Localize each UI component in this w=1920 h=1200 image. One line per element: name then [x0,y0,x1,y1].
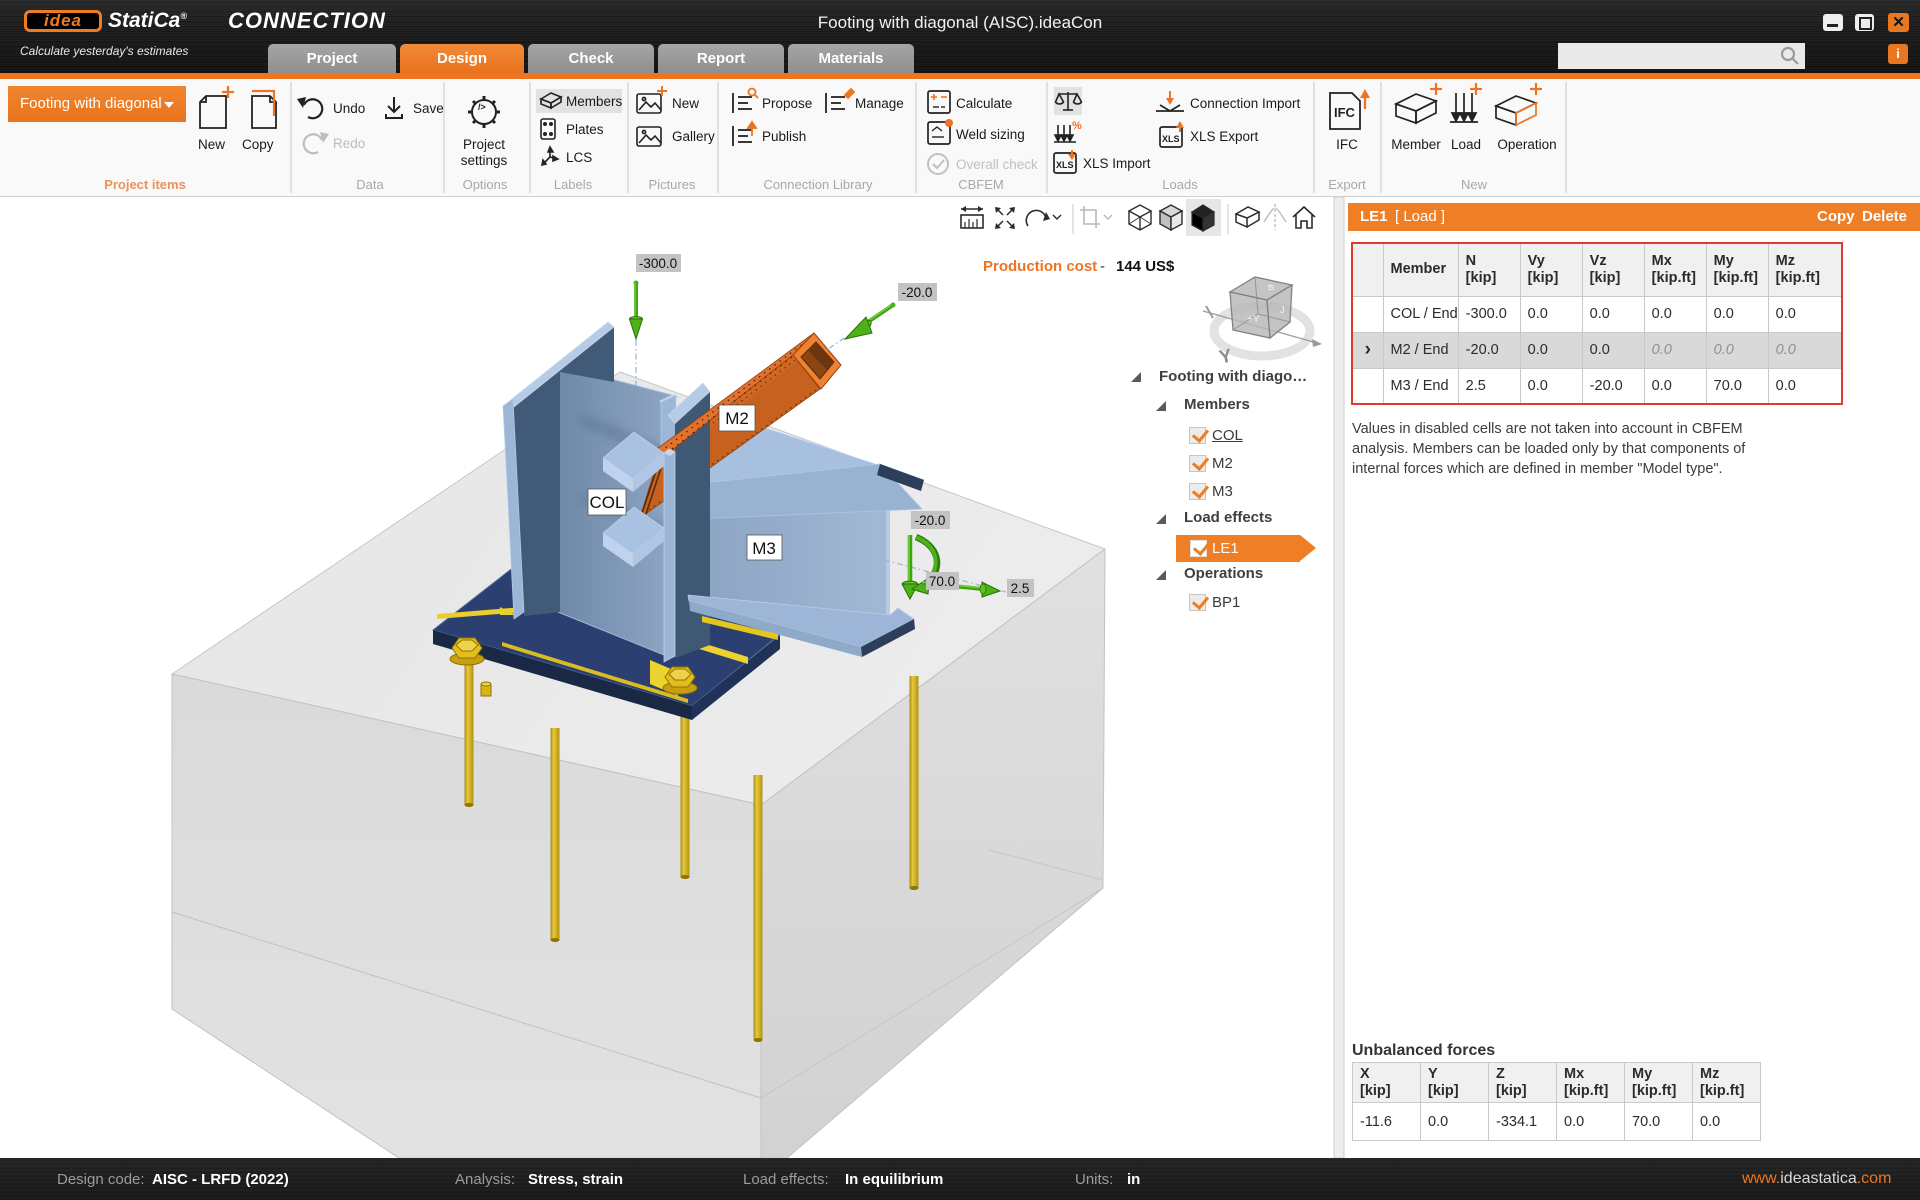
svg-text:Save: Save [413,101,444,116]
svg-text:Export: Export [1328,177,1366,192]
svg-text:Pictures: Pictures [649,177,696,192]
svg-text:COL: COL [590,493,625,512]
svg-text:/>: /> [478,102,486,112]
svg-text:Undo: Undo [333,101,365,116]
svg-text:Calculate: Calculate [956,96,1012,111]
svg-text:M2: M2 [725,409,749,428]
svg-text:70.0: 70.0 [929,574,955,589]
svg-text:-300.0: -300.0 [639,256,677,271]
svg-text:Gallery: Gallery [672,129,715,144]
svg-text:Member: Member [1391,137,1441,152]
svg-text:Copy: Copy [242,137,274,152]
svg-text:Production cost: Production cost [983,258,1097,275]
svg-text:Project items: Project items [104,177,186,192]
svg-text:M3: M3 [752,539,776,558]
svg-text:Propose: Propose [762,96,812,111]
svg-text:New: New [1461,177,1488,192]
svg-text:+Y: +Y [1247,314,1260,325]
svg-text:LCS: LCS [566,150,592,165]
svg-text:Options: Options [463,177,508,192]
svg-text:Operation: Operation [1497,137,1556,152]
svg-text:144 US$: 144 US$ [1116,258,1175,275]
svg-text:-20.0: -20.0 [915,513,946,528]
svg-text:Connection Import: Connection Import [1190,96,1301,111]
svg-text:Labels: Labels [554,177,593,192]
svg-text:Connection Library: Connection Library [763,177,873,192]
svg-text:XLS: XLS [1162,134,1180,144]
svg-text:CBFEM: CBFEM [958,177,1004,192]
svg-text:XLS Import: XLS Import [1083,156,1151,171]
svg-text:Load: Load [1451,137,1481,152]
svg-text:J: J [1280,305,1285,315]
svg-text:IFC: IFC [1334,105,1356,120]
svg-text:Redo: Redo [333,136,365,151]
svg-text:ʦ: ʦ [1268,282,1275,292]
svg-text:Loads: Loads [1162,177,1198,192]
svg-text:IFC: IFC [1336,137,1358,152]
svg-text:Weld sizing: Weld sizing [956,127,1025,142]
svg-text:2.5: 2.5 [1011,581,1030,596]
svg-text:Data: Data [356,177,384,192]
svg-text:Members: Members [566,94,623,109]
svg-text:Project: Project [463,137,505,152]
svg-text:New: New [198,137,225,152]
svg-text:XLS: XLS [1056,160,1074,170]
svg-text:settings: settings [461,153,508,168]
svg-text:Publish: Publish [762,129,806,144]
svg-text:Overall check: Overall check [956,157,1038,172]
svg-text:Plates: Plates [566,122,604,137]
svg-text:XLS Export: XLS Export [1190,129,1259,144]
svg-text:%: % [1072,120,1082,132]
svg-text:-: - [1100,258,1105,275]
svg-text:New: New [672,96,699,111]
svg-text:Manage: Manage [855,96,904,111]
svg-text:-20.0: -20.0 [902,285,933,300]
